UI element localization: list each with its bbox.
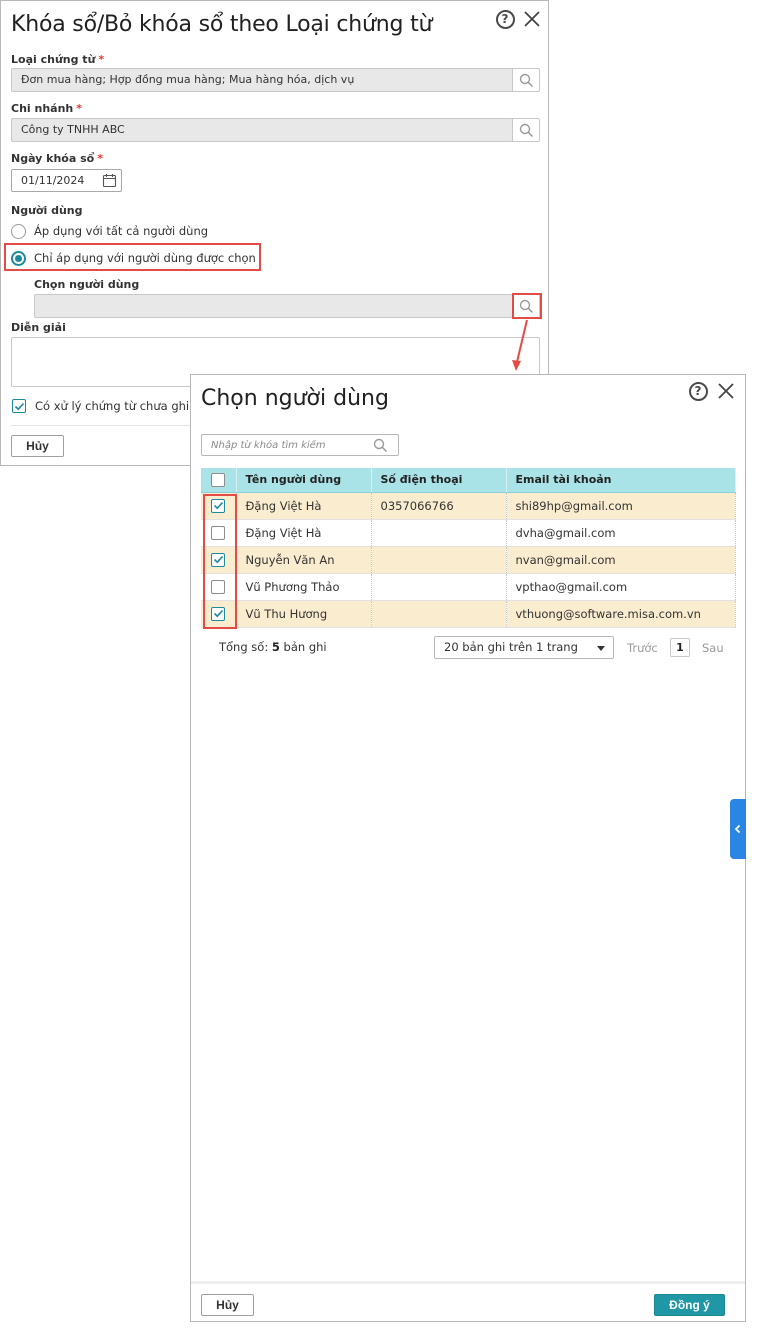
close-icon[interactable] <box>521 8 543 30</box>
dialog-title: Chọn người dùng <box>201 386 389 411</box>
page-size-select[interactable]: 20 bản ghi trên 1 trang <box>434 636 614 659</box>
user-name-cell: Đặng Việt Hà <box>236 519 372 547</box>
voucher-type-field[interactable]: Đơn mua hàng; Hợp đồng mua hàng; Mua hàn… <box>11 68 513 92</box>
voucher-type-search-button[interactable] <box>512 68 540 92</box>
current-page-number[interactable]: 1 <box>670 638 690 657</box>
next-page-button[interactable]: Sau <box>702 641 724 655</box>
divider <box>11 425 191 426</box>
table-header-row: Tên người dùng Số điện thoại Email tài k… <box>201 468 736 493</box>
column-header-phone[interactable]: Số điện thoại <box>371 468 507 493</box>
process-unposted-option[interactable]: Có xử lý chứng từ chưa ghi s <box>12 399 199 413</box>
user-email-cell: shi89hp@gmail.com <box>506 492 736 520</box>
radio-all-users[interactable]: Áp dụng với tất cả người dùng <box>11 222 208 240</box>
search-icon <box>519 123 533 137</box>
user-email-cell: nvan@gmail.com <box>506 546 736 574</box>
dialog-title: Khóa sổ/Bỏ khóa sổ theo Loại chứng từ <box>11 12 433 37</box>
process-unposted-label: Có xử lý chứng từ chưa ghi s <box>35 399 199 413</box>
user-phone-cell <box>371 600 507 628</box>
column-header-name[interactable]: Tên người dùng <box>236 468 372 493</box>
select-all-checkbox[interactable] <box>211 472 226 487</box>
user-name-cell: Nguyễn Văn An <box>236 546 372 574</box>
lock-date-input[interactable]: 01/11/2024 <box>11 169 122 192</box>
table-row[interactable]: Vũ Thu Hương vthuong@software.misa.com.v… <box>201 600 736 628</box>
chevron-left-icon <box>734 824 741 834</box>
user-phone-cell <box>371 519 507 547</box>
close-icon[interactable] <box>715 380 737 402</box>
side-panel-toggle[interactable] <box>730 799 746 859</box>
search-icon[interactable] <box>373 438 388 453</box>
user-phone-cell: 0357066766 <box>371 492 507 520</box>
user-email-cell: vthuong@software.misa.com.vn <box>506 600 736 628</box>
branch-label: Chi nhánh * <box>11 102 83 115</box>
users-label: Người dùng <box>11 204 83 217</box>
prev-page-button[interactable]: Trước <box>627 641 658 655</box>
user-table: Tên người dùng Số điện thoại Email tài k… <box>201 468 736 628</box>
user-phone-cell <box>371 573 507 601</box>
table-row[interactable]: Nguyễn Văn An nvan@gmail.com <box>201 546 736 574</box>
chevron-down-icon <box>597 646 605 651</box>
description-label: Diễn giải <box>11 321 66 334</box>
branch-field[interactable]: Công ty TNHH ABC <box>11 118 513 142</box>
total-records: Tổng số: 5 bản ghi <box>219 640 327 654</box>
user-picker-dialog: Chọn người dùng ? Tên người dùng Số điện… <box>190 374 746 1322</box>
user-name-cell: Đặng Việt Hà <box>236 492 372 520</box>
checkbox-checked[interactable] <box>12 399 26 413</box>
search-input-box[interactable] <box>201 434 399 456</box>
voucher-type-label: Loại chứng từ * <box>11 53 105 66</box>
divider <box>191 1281 745 1284</box>
cancel-button[interactable]: Hủy <box>201 1294 254 1316</box>
search-input[interactable] <box>202 435 367 455</box>
column-header-email[interactable]: Email tài khoản <box>506 468 736 493</box>
select-all-cell <box>201 468 237 493</box>
radio-button[interactable] <box>11 223 26 239</box>
highlight-box <box>4 243 261 271</box>
table-row[interactable]: Đặng Việt Hà 0357066766 shi89hp@gmail.co… <box>201 492 736 520</box>
lock-date-label: Ngày khóa sổ * <box>11 152 103 165</box>
help-icon[interactable]: ? <box>494 8 516 30</box>
branch-search-button[interactable] <box>512 118 540 142</box>
user-name-cell: Vũ Thu Hương <box>236 600 372 628</box>
search-icon <box>519 73 533 87</box>
highlight-box <box>203 494 237 629</box>
user-email-cell: dvha@gmail.com <box>506 519 736 547</box>
highlight-box <box>512 293 542 319</box>
calendar-icon[interactable] <box>102 173 117 188</box>
table-row[interactable]: Đặng Việt Hà dvha@gmail.com <box>201 519 736 547</box>
choose-user-field[interactable] <box>34 294 513 318</box>
user-email-cell: vpthao@gmail.com <box>506 573 736 601</box>
agree-button[interactable]: Đồng ý <box>654 1294 725 1316</box>
cancel-button[interactable]: Hủy <box>11 435 64 457</box>
user-phone-cell <box>371 546 507 574</box>
choose-user-label: Chọn người dùng <box>34 278 140 291</box>
help-icon[interactable]: ? <box>687 380 709 402</box>
table-row[interactable]: Vũ Phương Thảo vpthao@gmail.com <box>201 573 736 601</box>
user-name-cell: Vũ Phương Thảo <box>236 573 372 601</box>
pointer-arrow <box>512 319 528 371</box>
